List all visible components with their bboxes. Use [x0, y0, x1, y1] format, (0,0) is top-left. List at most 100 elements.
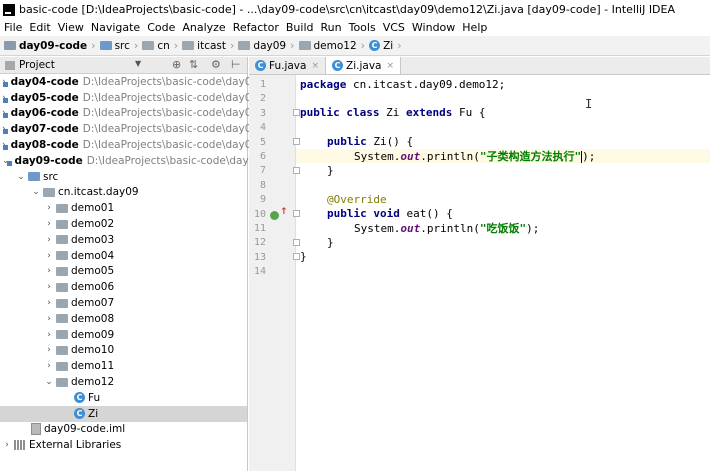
breadcrumb-demo12[interactable]: demo12 › [298, 39, 370, 52]
tree-item-demo01[interactable]: › demo01 [0, 200, 247, 216]
project-panel-header: Project ▼ ⊕ ⇅ ⚙ ⊢ [0, 57, 247, 74]
tree-item-day07-code[interactable]: › day07-code D:\IdeaProjects\basic-code\… [0, 121, 274, 137]
chevron-right-icon[interactable]: › [44, 345, 54, 355]
chevron-right-icon: › [360, 39, 366, 52]
code-line-7: } [327, 163, 334, 177]
project-icon [5, 60, 15, 70]
code-area[interactable]: package cn.itcast.day09.demo12; public c… [296, 75, 710, 471]
chevron-down-icon[interactable]: ▼ [135, 59, 141, 68]
tree-item-day04-code[interactable]: › day04-code D:\IdeaProjects\basic-code\… [0, 74, 274, 90]
tree-item-demo08[interactable]: › demo08 [0, 311, 247, 327]
source-folder-icon [99, 41, 112, 50]
chevron-right-icon[interactable]: › [44, 282, 54, 292]
chevron-right-icon[interactable]: › [44, 251, 54, 261]
line-number: 4 [259, 122, 266, 134]
menu-analyze[interactable]: Analyze [180, 21, 230, 34]
library-icon [14, 440, 26, 451]
package-folder-icon [56, 361, 68, 371]
arrow-up-icon[interactable]: ↑ [280, 207, 288, 217]
tree-item-external-libraries[interactable]: › External Libraries [0, 437, 247, 453]
breadcrumb-src[interactable]: src › [99, 39, 143, 52]
class-icon: C [255, 60, 266, 71]
tree-item-demo06[interactable]: › demo06 [0, 279, 247, 295]
tree-item-demo05[interactable]: › demo05 [0, 264, 247, 280]
chevron-right-icon[interactable]: › [44, 266, 54, 276]
tree-item-zi[interactable]: C Zi [0, 405, 247, 422]
chevron-right-icon: › [173, 39, 179, 52]
gear-icon[interactable]: ⚙ [211, 58, 221, 71]
chevron-right-icon[interactable]: › [44, 203, 54, 213]
tree-item-demo07[interactable]: › demo07 [0, 295, 247, 311]
code-editor[interactable]: 1 2 3 4 5 6 7 8 9 10 11 12 13 14 ↑ packa… [249, 75, 710, 471]
tree-item-day09-code[interactable]: ⌄ day09-code D:\IdeaProjects\basic-code\… [0, 153, 278, 169]
menu-window[interactable]: Window [410, 21, 460, 34]
menu-code[interactable]: Code [145, 21, 180, 34]
tree-item-iml[interactable]: day09-code.iml [0, 422, 247, 438]
chevron-right-icon[interactable]: › [44, 235, 54, 245]
package-folder-icon [43, 187, 55, 197]
close-icon[interactable]: × [386, 61, 394, 71]
chevron-right-icon: › [133, 39, 139, 52]
breadcrumb-day09[interactable]: day09 › [238, 39, 298, 52]
menu-file[interactable]: File [2, 21, 27, 34]
tree-item-demo11[interactable]: › demo11 [0, 358, 247, 374]
project-panel: Project ▼ ⊕ ⇅ ⚙ ⊢ › day04-code D:\IdeaPr… [0, 57, 278, 471]
module-folder-icon [4, 41, 16, 50]
tree-item-demo02[interactable]: › demo02 [0, 216, 247, 232]
menu-view[interactable]: View [56, 21, 89, 34]
tree-item-demo10[interactable]: › demo10 [0, 343, 247, 359]
collapse-icon[interactable]: ⇅ [189, 58, 198, 71]
chevron-right-icon[interactable]: › [2, 440, 12, 450]
tree-item-demo04[interactable]: › demo04 [0, 248, 247, 264]
tree-item-day05-code[interactable]: › day05-code D:\IdeaProjects\basic-code\… [0, 90, 274, 106]
chevron-down-icon[interactable]: ⌄ [44, 377, 54, 387]
code-line-5: public Zi() { [327, 135, 414, 149]
tree-item-day08-code[interactable]: › day08-code D:\IdeaProjects\basic-code\… [0, 137, 274, 153]
tab-zi-java[interactable]: C Zi.java × [326, 57, 402, 74]
menu-edit[interactable]: Edit [27, 21, 55, 34]
menu-help[interactable]: Help [460, 21, 492, 34]
class-icon: C [74, 392, 85, 404]
line-number: 9 [259, 194, 266, 206]
tree-item-day06-code[interactable]: › day06-code D:\IdeaProjects\basic-code\… [0, 106, 274, 122]
chevron-right-icon: › [397, 39, 402, 52]
chevron-down-icon[interactable]: ⌄ [16, 172, 26, 182]
menu-build[interactable]: Build [284, 21, 319, 34]
hide-icon[interactable]: ⊢ [231, 58, 241, 71]
breadcrumb-module[interactable]: day09-code › [4, 39, 100, 52]
code-line-11: System.out.println("吃饭饭"); [354, 221, 540, 235]
package-folder-icon [298, 41, 311, 50]
editor-gutter: 1 2 3 4 5 6 7 8 9 10 11 12 13 14 ↑ [249, 75, 318, 471]
menu-tools[interactable]: Tools [347, 21, 381, 34]
window-title: basic-code [D:\IdeaProjects\basic-code] … [19, 3, 676, 16]
chevron-right-icon[interactable]: › [44, 219, 54, 229]
tree-item-fu[interactable]: C Fu [0, 390, 247, 406]
chevron-right-icon[interactable]: › [44, 314, 54, 324]
menu-navigate[interactable]: Navigate [89, 21, 145, 34]
mouse-cursor-icon: I [585, 97, 593, 111]
package-folder-icon [182, 41, 195, 50]
package-folder-icon [56, 251, 68, 261]
chevron-right-icon[interactable]: › [44, 298, 54, 308]
tab-fu-java[interactable]: C Fu.java × [249, 57, 327, 74]
override-method-icon[interactable] [270, 210, 279, 220]
menu-refactor[interactable]: Refactor [231, 21, 284, 34]
breadcrumb-itcast[interactable]: itcast › [182, 39, 238, 52]
tree-item-package[interactable]: ⌄ cn.itcast.day09 [0, 185, 247, 201]
tree-item-src[interactable]: ⌄ src [0, 169, 247, 185]
chevron-right-icon[interactable]: › [44, 361, 54, 371]
chevron-down-icon[interactable]: ⌄ [31, 187, 41, 197]
package-folder-icon [56, 298, 68, 308]
breadcrumb-cn[interactable]: cn › [142, 39, 182, 52]
menu-vcs[interactable]: VCS [381, 21, 410, 34]
package-folder-icon [56, 330, 68, 340]
tree-item-demo09[interactable]: › demo09 [0, 327, 247, 343]
close-icon[interactable]: × [311, 61, 319, 71]
breadcrumb-zi[interactable]: C Zi › [369, 39, 406, 52]
project-view-selector[interactable]: Project [19, 59, 55, 71]
tree-item-demo03[interactable]: › demo03 [0, 232, 247, 248]
tree-item-demo12[interactable]: ⌄ demo12 [0, 374, 247, 390]
chevron-right-icon[interactable]: › [44, 330, 54, 340]
menu-run[interactable]: Run [319, 21, 347, 34]
sync-icon[interactable]: ⊕ [172, 58, 181, 71]
